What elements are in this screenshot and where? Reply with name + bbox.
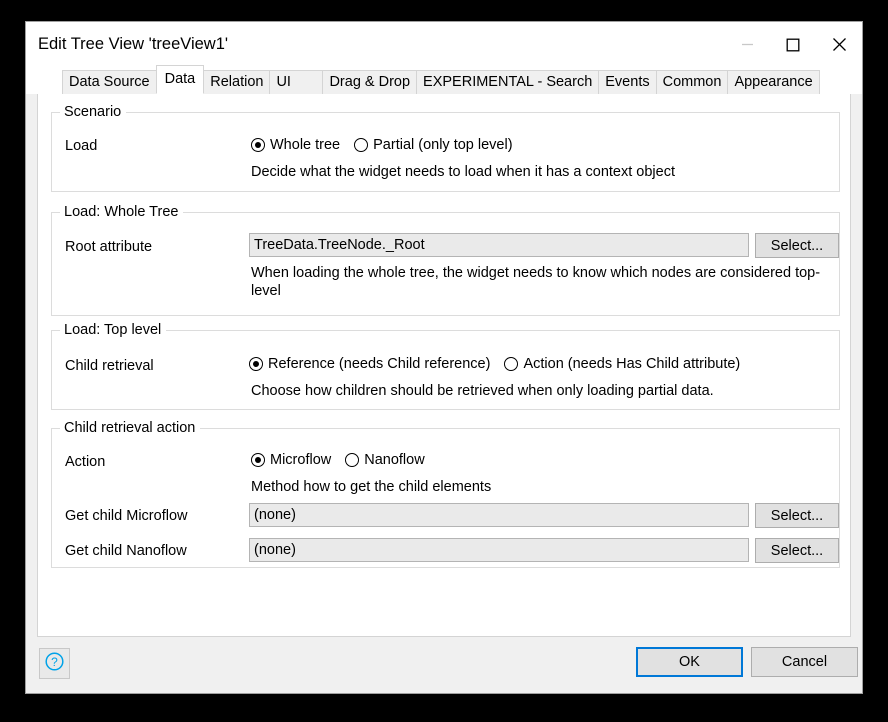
radio-microflow-label: Microflow <box>270 452 332 468</box>
window-controls <box>724 22 862 67</box>
help-button[interactable]: ? <box>39 648 70 679</box>
child-retrieval-radio-group: Reference (needs Child reference) Action… <box>249 356 740 372</box>
title-bar: Edit Tree View 'treeView1' <box>26 22 862 67</box>
tab-appearance[interactable]: Appearance <box>727 70 820 94</box>
group-child-retrieval-action: Child retrieval action Action Microflow … <box>51 420 840 568</box>
radio-button-icon <box>504 357 519 371</box>
scenario-hint: Decide what the widget needs to load whe… <box>251 164 675 180</box>
get-child-microflow-label: Get child Microflow <box>65 508 188 524</box>
minimize-icon <box>741 38 754 51</box>
minimize-button[interactable] <box>724 22 770 67</box>
tab-events[interactable]: Events <box>598 70 657 94</box>
radio-partial-top-level[interactable]: Partial (only top level) <box>354 137 513 153</box>
data-tab-panel: Scenario Load Whole tree Partial (only t… <box>37 94 851 637</box>
ok-button[interactable]: OK <box>636 647 743 677</box>
svg-text:?: ? <box>51 655 58 669</box>
group-load-whole-tree-title: Load: Whole Tree <box>60 204 184 220</box>
radio-microflow[interactable]: Microflow <box>251 452 331 468</box>
radio-nanoflow-label: Nanoflow <box>364 452 425 468</box>
tab-common[interactable]: Common <box>655 70 729 94</box>
radio-action[interactable]: Action (needs Has Child attribute) <box>504 356 740 372</box>
action-label: Action <box>65 454 106 470</box>
radio-whole-tree-label: Whole tree <box>270 137 341 153</box>
child-retrieval-action-hint: Method how to get the child elements <box>251 479 492 495</box>
get-child-nanoflow-select-button[interactable]: Select... <box>755 538 839 563</box>
get-child-nanoflow-input[interactable]: (none) <box>249 538 749 562</box>
radio-button-icon <box>251 138 265 152</box>
group-scenario: Scenario Load Whole tree Partial (only t… <box>51 104 840 192</box>
load-whole-tree-hint: When loading the whole tree, the widget … <box>251 265 821 299</box>
group-scenario-title: Scenario <box>60 104 127 120</box>
close-button[interactable] <box>816 22 862 67</box>
cancel-button[interactable]: Cancel <box>751 647 858 677</box>
child-retrieval-label: Child retrieval <box>65 358 154 374</box>
radio-reference[interactable]: Reference (needs Child reference) <box>249 356 490 372</box>
group-load-whole-tree: Load: Whole Tree Root attribute TreeData… <box>51 204 840 316</box>
get-child-microflow-input[interactable]: (none) <box>249 503 749 527</box>
radio-reference-label: Reference (needs Child reference) <box>268 356 491 372</box>
root-attribute-select-button[interactable]: Select... <box>755 233 839 258</box>
tab-data-source[interactable]: Data Source <box>62 70 157 94</box>
tab-strip-area: Data Source Data Relation UI Drag & Drop… <box>26 65 862 94</box>
close-icon <box>832 37 847 52</box>
maximize-button[interactable] <box>770 22 816 67</box>
root-attribute-input[interactable]: TreeData.TreeNode._Root <box>249 233 749 257</box>
get-child-microflow-select-button[interactable]: Select... <box>755 503 839 528</box>
radio-button-icon <box>354 138 369 152</box>
load-radio-group: Whole tree Partial (only top level) <box>251 137 513 153</box>
window-title: Edit Tree View 'treeView1' <box>38 35 229 53</box>
radio-nanoflow[interactable]: Nanoflow <box>345 452 425 468</box>
group-load-top-level-title: Load: Top level <box>60 322 167 338</box>
radio-button-icon <box>345 453 360 467</box>
tab-ui[interactable]: UI <box>269 70 324 94</box>
radio-button-icon <box>249 357 263 371</box>
load-label: Load <box>65 138 98 154</box>
tab-experimental-search[interactable]: EXPERIMENTAL - Search <box>416 70 600 94</box>
get-child-nanoflow-label: Get child Nanoflow <box>65 543 187 559</box>
load-top-level-hint: Choose how children should be retrieved … <box>251 383 714 399</box>
maximize-icon <box>786 38 800 52</box>
tab-drag-and-drop[interactable]: Drag & Drop <box>322 70 418 94</box>
action-radio-group: Microflow Nanoflow <box>251 452 425 468</box>
tab-relation[interactable]: Relation <box>203 70 271 94</box>
radio-action-label: Action (needs Has Child attribute) <box>523 356 741 372</box>
radio-button-icon <box>251 453 265 467</box>
help-circle-icon: ? <box>44 651 65 677</box>
radio-partial-label: Partial (only top level) <box>373 137 513 153</box>
group-child-retrieval-action-title: Child retrieval action <box>60 420 201 436</box>
edit-tree-view-dialog: Edit Tree View 'treeView1' Data Source D… <box>25 21 863 694</box>
tab-strip: Data Source Data Relation UI Drag & Drop… <box>62 65 820 94</box>
radio-whole-tree[interactable]: Whole tree <box>251 137 340 153</box>
group-load-top-level: Load: Top level Child retrieval Referenc… <box>51 322 840 410</box>
tab-data[interactable]: Data <box>155 65 205 94</box>
dialog-footer: ? OK Cancel <box>26 637 862 693</box>
root-attribute-label: Root attribute <box>65 239 153 255</box>
